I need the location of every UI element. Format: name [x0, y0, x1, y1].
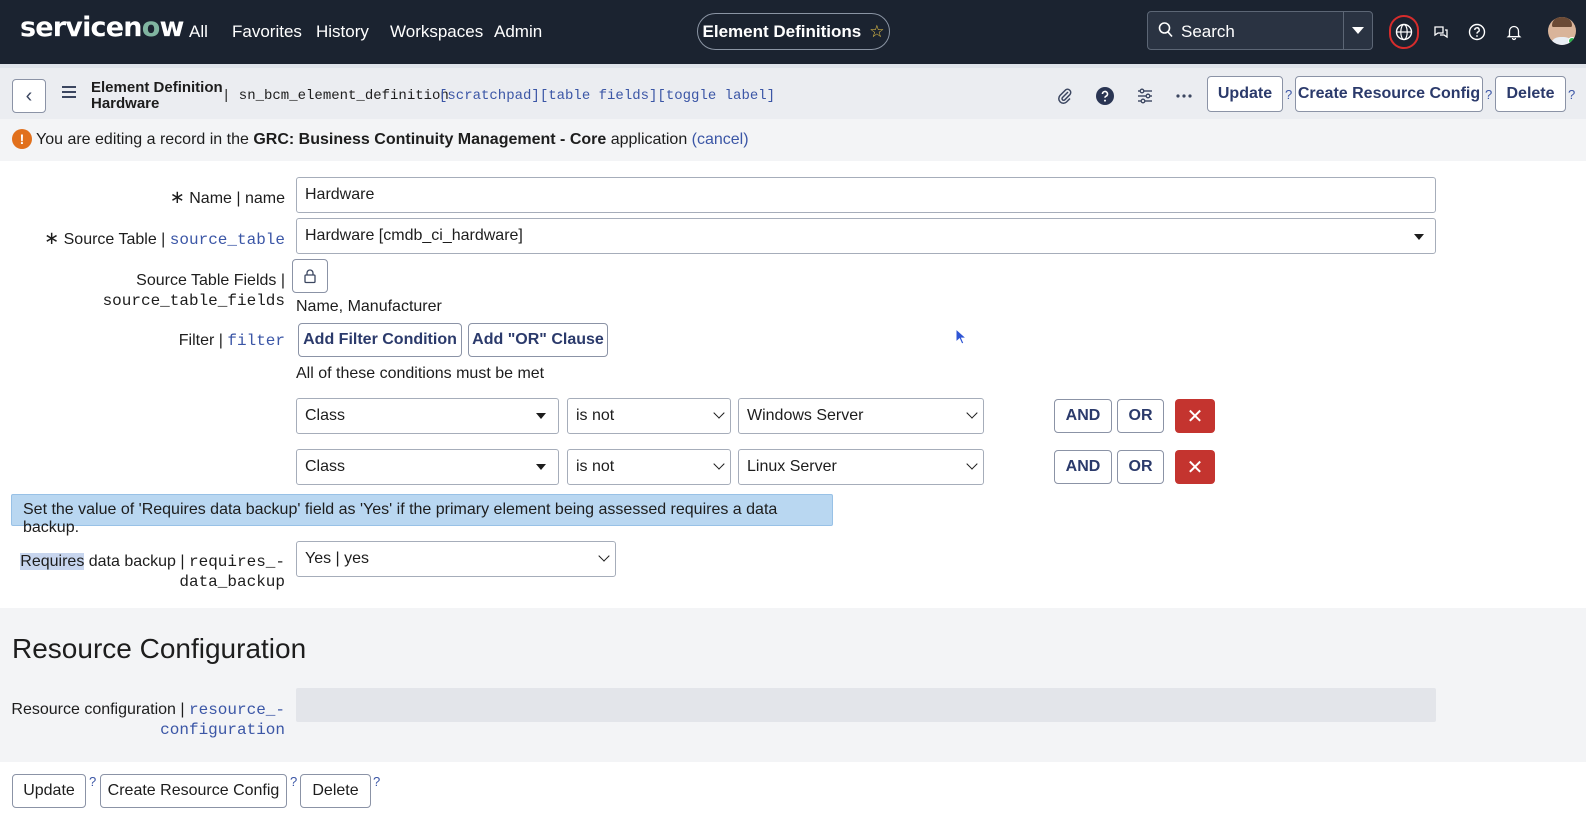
delete-help-icon[interactable]: ?: [373, 774, 380, 789]
add-or-clause-button[interactable]: Add "OR" Clause: [468, 323, 608, 357]
delete-button[interactable]: Delete: [1495, 76, 1566, 112]
context-title: Element Definitions: [702, 21, 862, 41]
chat-icon[interactable]: [1428, 19, 1454, 45]
developer-links[interactable]: [scratchpad][table fields][toggle label]: [439, 88, 775, 104]
lock-icon: [304, 269, 316, 284]
nav-all[interactable]: All: [189, 22, 208, 42]
create-help-icon[interactable]: ?: [290, 774, 297, 789]
condition-field-select[interactable]: Class: [296, 449, 559, 485]
back-button[interactable]: ‹: [12, 79, 46, 113]
favorite-star-icon[interactable]: ☆: [869, 22, 884, 42]
nav-admin[interactable]: Admin: [494, 22, 542, 42]
remove-condition-button[interactable]: ✕: [1175, 450, 1215, 484]
servicenow-logo[interactable]: servicenow: [20, 12, 184, 43]
condition-value-select[interactable]: Windows Server: [738, 398, 984, 434]
source-table-select[interactable]: Hardware [cmdb_ci_hardware]: [296, 218, 1436, 254]
add-filter-condition-button[interactable]: Add Filter Condition: [298, 323, 462, 357]
help-icon[interactable]: [1464, 19, 1490, 45]
source-table-dropdown-icon[interactable]: [1414, 234, 1424, 240]
application-name: GRC: Business Continuity Management - Co…: [253, 131, 607, 148]
condition-value-select[interactable]: Linux Server: [738, 449, 984, 485]
application-scope-banner: ! You are editing a record in the GRC: B…: [0, 119, 1586, 161]
name-label: ∗ Name | name: [169, 187, 285, 207]
user-avatar[interactable]: [1548, 17, 1576, 45]
source-table-fields-value: Name, Manufacturer: [296, 298, 442, 315]
required-asterisk-icon: ∗: [44, 228, 60, 248]
update-help-icon[interactable]: ?: [89, 774, 96, 789]
search-scope-dropdown-icon[interactable]: [1352, 27, 1364, 34]
online-status-dot: [1568, 37, 1576, 45]
update-help-icon[interactable]: ?: [1285, 87, 1292, 102]
or-button[interactable]: OR: [1117, 399, 1164, 433]
required-asterisk-icon: ∗: [169, 187, 185, 207]
condition-field-select[interactable]: Class: [296, 398, 559, 434]
update-button[interactable]: Update: [1207, 76, 1283, 112]
record-name: Hardware: [91, 95, 160, 112]
table-name: | sn_bcm_element_definition: [222, 88, 449, 104]
source-table-fields-label: Source Table Fields | source_table_field…: [102, 272, 285, 310]
global-search[interactable]: Search: [1147, 11, 1373, 50]
mouse-pointer-icon: [955, 328, 967, 345]
source-table-value: Hardware [cmdb_ci_hardware]: [305, 227, 523, 244]
resource-configuration-field: [296, 688, 1436, 722]
attachment-icon[interactable]: [1055, 86, 1075, 106]
help-circle-icon[interactable]: [1095, 86, 1115, 106]
globe-icon[interactable]: [1391, 19, 1417, 45]
condition-field-dropdown-icon[interactable]: [536, 413, 546, 419]
record-type: Element Definition: [91, 79, 223, 96]
condition-operator-select[interactable]: is not: [567, 449, 731, 485]
unlock-fields-button[interactable]: [292, 259, 328, 293]
warning-icon: !: [12, 129, 32, 149]
remove-condition-button[interactable]: ✕: [1175, 399, 1215, 433]
more-options-icon[interactable]: [1174, 86, 1194, 106]
name-field[interactable]: Hardware: [296, 177, 1436, 213]
highlighted-text: Requires: [20, 553, 85, 570]
and-button[interactable]: AND: [1054, 399, 1112, 433]
banner-text: You are editing a record in the GRC: Bus…: [36, 131, 749, 148]
filter-condition-note: All of these conditions must be met: [296, 365, 545, 382]
create-help-icon[interactable]: ?: [1485, 87, 1492, 102]
update-button[interactable]: Update: [12, 774, 86, 808]
nav-workspaces[interactable]: Workspaces: [390, 22, 483, 42]
context-menu-icon[interactable]: [62, 86, 76, 101]
create-resource-config-button[interactable]: Create Resource Config: [100, 774, 287, 808]
personalize-form-icon[interactable]: [1135, 86, 1155, 106]
notification-bell-icon[interactable]: [1501, 19, 1527, 45]
or-button[interactable]: OR: [1117, 450, 1164, 484]
nav-history[interactable]: History: [316, 22, 369, 42]
condition-operator-select[interactable]: is not: [567, 398, 731, 434]
close-icon: ✕: [1186, 456, 1204, 479]
search-divider: [1343, 12, 1344, 49]
create-resource-config-button[interactable]: Create Resource Config: [1295, 76, 1483, 112]
section-title: Resource Configuration: [12, 633, 307, 664]
filter-label: Filter | filter: [178, 332, 285, 350]
top-navigation: servicenow All Favorites History Workspa…: [0, 0, 1586, 64]
context-title-pill[interactable]: Element Definitions ☆: [697, 13, 890, 50]
delete-help-icon[interactable]: ?: [1568, 87, 1575, 102]
nav-favorites[interactable]: Favorites: [232, 22, 302, 42]
field-info-message: Set the value of 'Requires data backup' …: [11, 494, 833, 536]
cancel-link[interactable]: (cancel): [692, 131, 749, 148]
close-icon: ✕: [1186, 405, 1204, 428]
delete-button[interactable]: Delete: [300, 774, 371, 808]
form-header: ‹ Element Definition Hardware | sn_bcm_e…: [0, 64, 1586, 119]
and-button[interactable]: AND: [1054, 450, 1112, 484]
search-icon: [1158, 22, 1173, 38]
condition-field-dropdown-icon[interactable]: [536, 464, 546, 470]
requires-data-backup-select[interactable]: Yes | yes: [296, 541, 616, 577]
requires-data-backup-label: Requires data backup | requires_- data_b…: [20, 553, 285, 591]
resource-configuration-label: Resource configuration | resource_- conf…: [11, 701, 285, 739]
record-title: Element Definition Hardware: [91, 80, 223, 112]
search-input[interactable]: Search: [1181, 22, 1235, 42]
chevron-left-icon: ‹: [25, 84, 33, 107]
source-table-label: ∗ Source Table | source_table: [44, 228, 285, 249]
